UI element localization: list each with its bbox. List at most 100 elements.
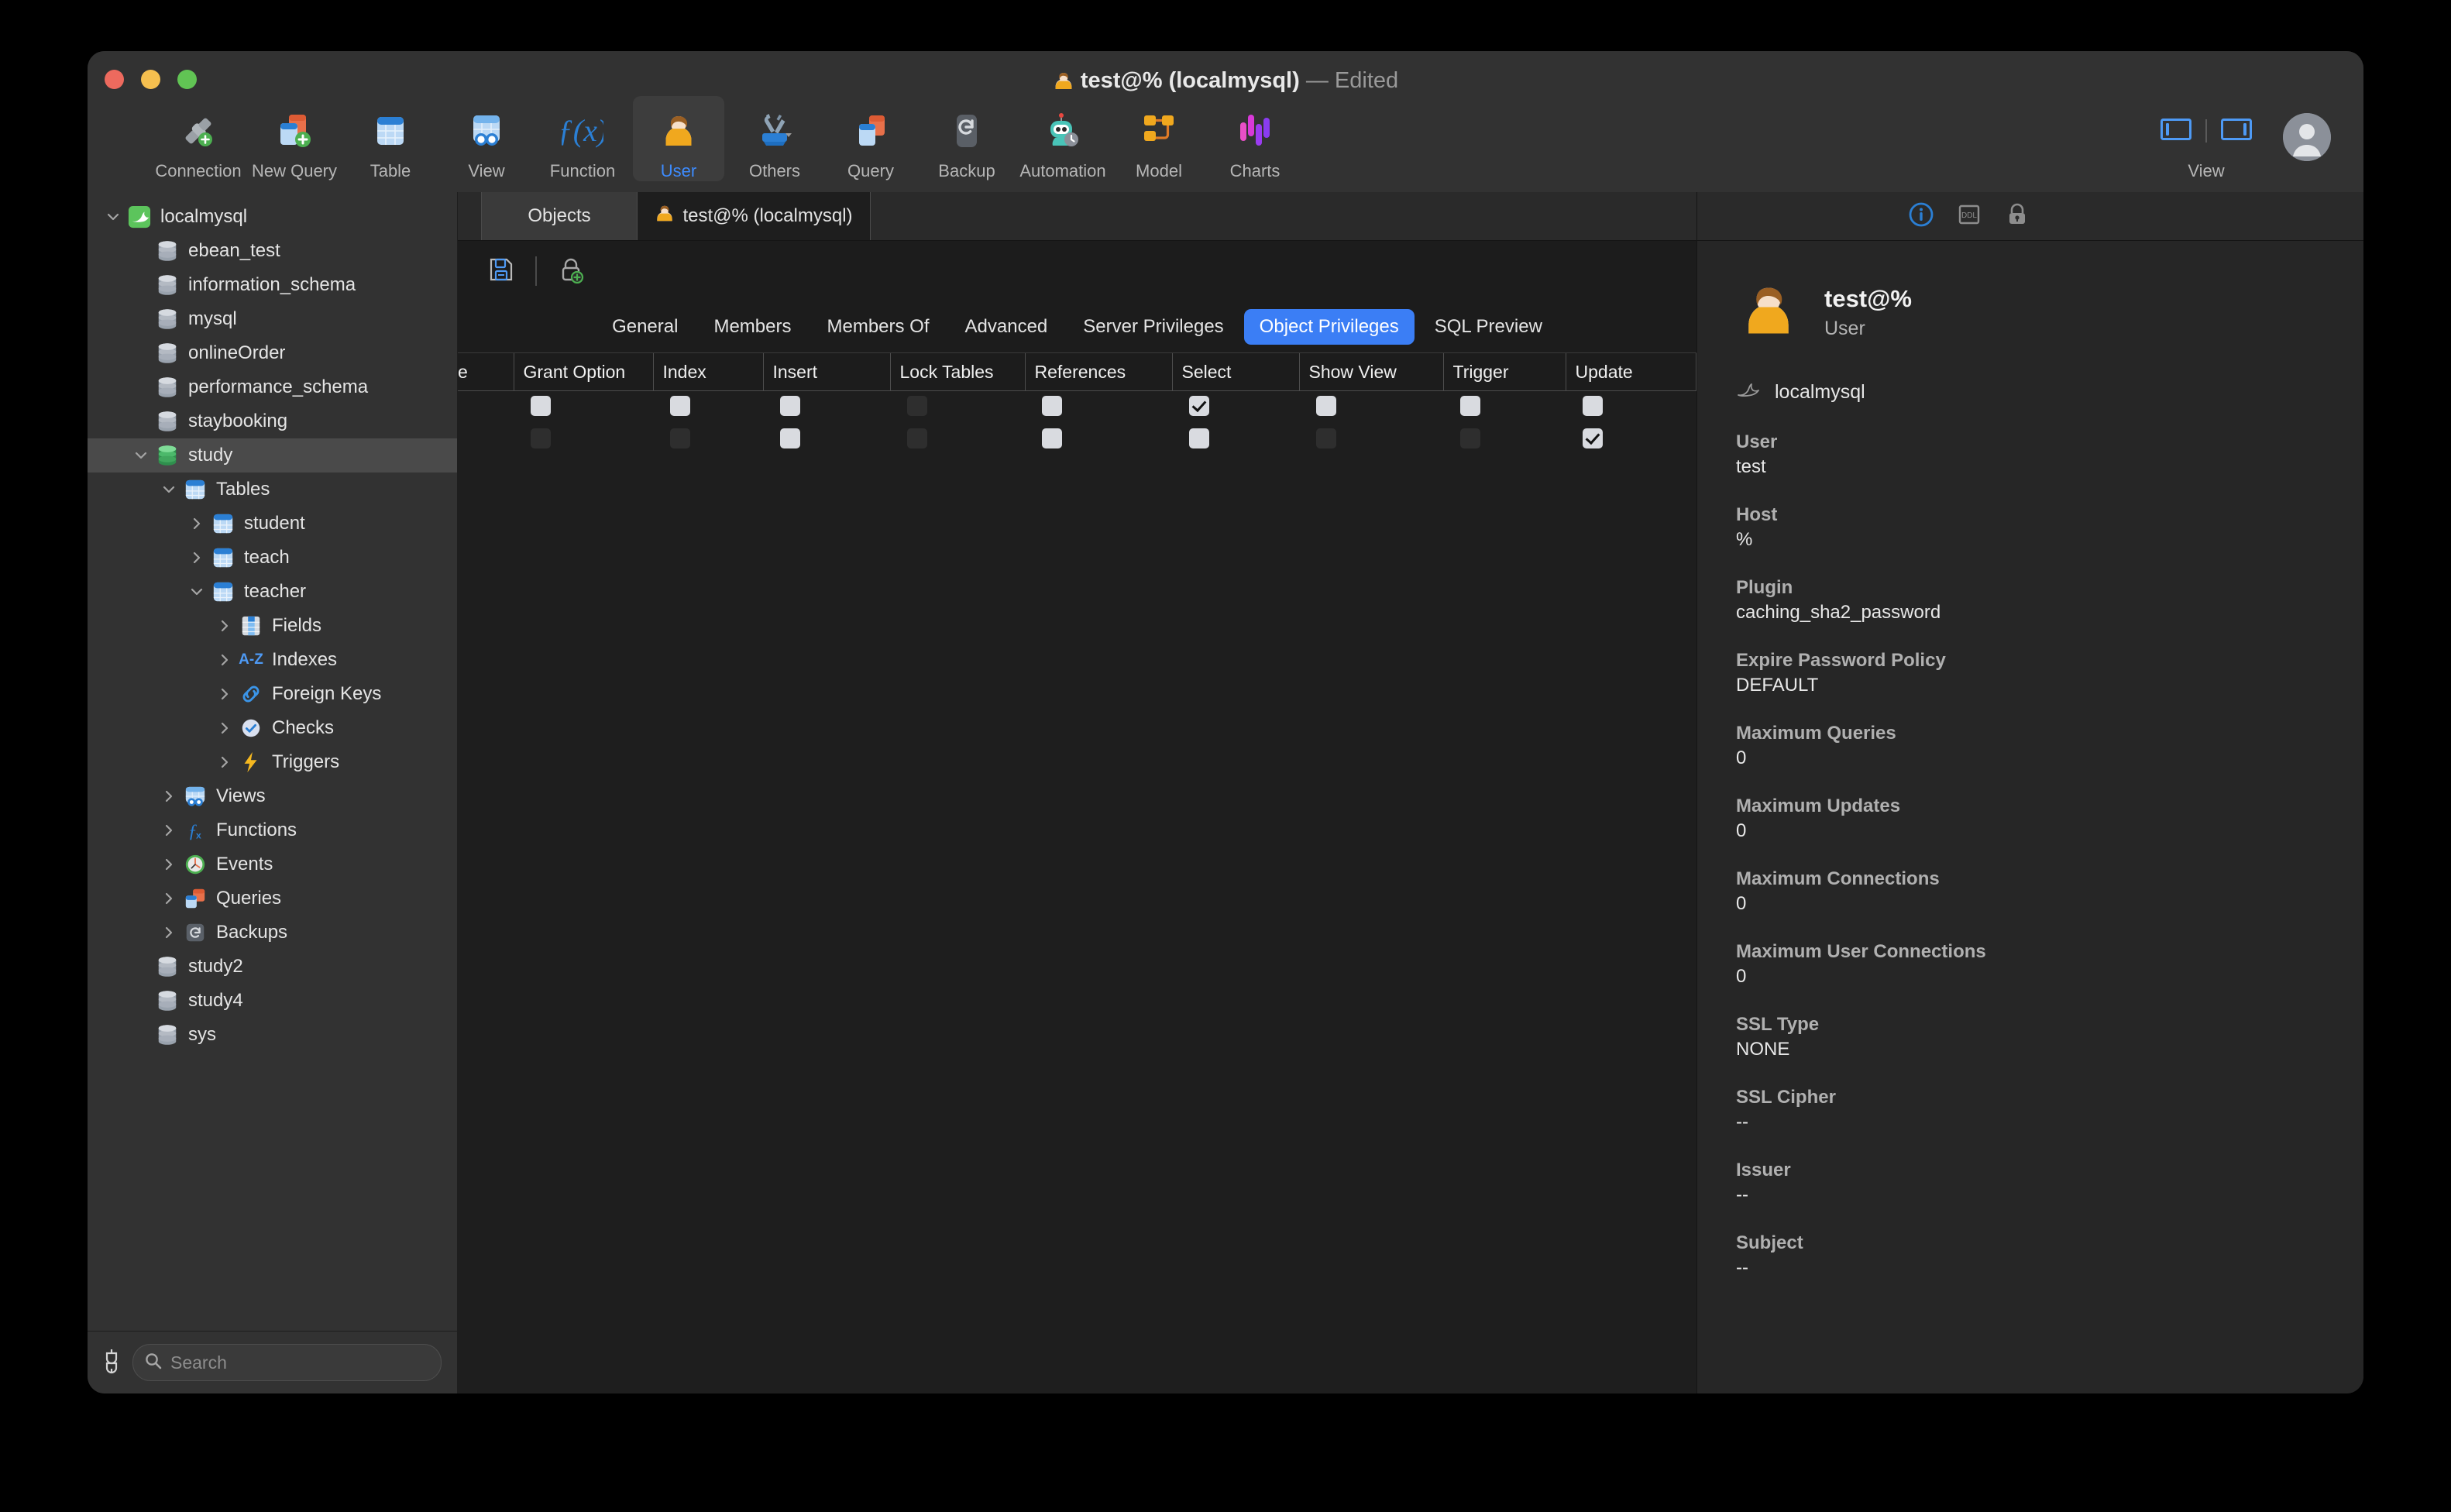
chevron-right-icon[interactable] [211, 652, 238, 668]
info-icon[interactable] [1908, 201, 1934, 232]
privilege-cell-lock-tables[interactable] [890, 391, 1025, 424]
privilege-cell-select[interactable] [1172, 391, 1299, 424]
chevron-right-icon[interactable] [211, 686, 238, 702]
privilege-cell-insert[interactable] [763, 424, 890, 456]
tree-item-backups[interactable]: Backups [88, 916, 457, 950]
toolbar-item-function[interactable]: ƒ(x) Function [537, 96, 628, 181]
column-header-e[interactable]: e [458, 353, 514, 391]
checkbox[interactable] [670, 395, 690, 416]
tree-item-indexes[interactable]: A-Z Indexes [88, 643, 457, 677]
tree-item-onlineorder[interactable]: onlineOrder [88, 336, 457, 370]
column-header-lock-tables[interactable]: Lock Tables [890, 353, 1026, 391]
tree-item-localmysql[interactable]: localmysql [88, 200, 457, 234]
toggle-right-sidebar-icon[interactable] [2221, 117, 2252, 146]
chevron-right-icon[interactable] [156, 891, 182, 906]
object-tree[interactable]: localmysql ebean_test information_schema my… [88, 192, 457, 1331]
ddl-icon[interactable]: DDL [1956, 201, 1982, 232]
checkbox[interactable] [1583, 428, 1603, 448]
toolbar-item-backup[interactable]: Backup [921, 96, 1012, 181]
chevron-right-icon[interactable] [156, 857, 182, 872]
column-header-grant-option[interactable]: Grant Option [514, 353, 654, 391]
chevron-down-icon[interactable] [100, 209, 126, 225]
tree-item-teach[interactable]: teach [88, 541, 457, 575]
privilege-cell-update[interactable] [1566, 424, 1696, 456]
checkbox[interactable] [1583, 395, 1603, 416]
column-header-insert[interactable]: Insert [763, 353, 891, 391]
toolbar-item-model[interactable]: Model [1113, 96, 1205, 181]
editor-tab-object-privileges[interactable]: Object Privileges [1243, 309, 1415, 345]
tree-item-fields[interactable]: Fields [88, 609, 457, 643]
tree-item-events[interactable]: Events [88, 847, 457, 881]
toolbar-item-automation[interactable]: Automation [1017, 96, 1109, 181]
tree-item-mysql[interactable]: mysql [88, 302, 457, 336]
toolbar-item-query[interactable]: Query [825, 96, 916, 181]
table-row[interactable] [458, 424, 1696, 456]
chevron-right-icon[interactable] [156, 789, 182, 804]
tree-item-study4[interactable]: study4 [88, 984, 457, 1018]
checkbox[interactable] [780, 428, 800, 448]
privilege-cell-trigger[interactable] [1443, 424, 1566, 456]
lock-icon[interactable] [2004, 201, 2030, 232]
checkbox[interactable] [1189, 395, 1209, 416]
tree-item-functions[interactable]: ƒ x Functions [88, 813, 457, 847]
tree-item-ebean-test[interactable]: ebean_test [88, 234, 457, 268]
privilege-cell-references[interactable] [1025, 391, 1172, 424]
tree-item-student[interactable]: student [88, 507, 457, 541]
tree-item-staybooking[interactable]: staybooking [88, 404, 457, 438]
table-row[interactable] [458, 391, 1696, 424]
toolbar-item-connection[interactable]: Connection [153, 96, 244, 181]
chevron-down-icon[interactable] [128, 448, 154, 463]
tree-item-study[interactable]: study [88, 438, 457, 472]
privilege-cell-index[interactable] [653, 391, 763, 424]
checkbox[interactable] [780, 395, 800, 416]
privilege-cell-grant-option[interactable] [514, 424, 653, 456]
tree-item-sys[interactable]: sys [88, 1018, 457, 1052]
tree-item-triggers[interactable]: Triggers [88, 745, 457, 779]
save-icon[interactable] [487, 256, 515, 287]
tree-item-views[interactable]: Views [88, 779, 457, 813]
tree-item-tables[interactable]: Tables [88, 472, 457, 507]
account-avatar[interactable] [2283, 113, 2331, 161]
editor-tab-advanced[interactable]: Advanced [950, 309, 1064, 345]
chevron-right-icon[interactable] [184, 516, 210, 531]
editor-tab-members[interactable]: Members [698, 309, 806, 345]
column-header-show-view[interactable]: Show View [1299, 353, 1444, 391]
tree-item-teacher[interactable]: teacher [88, 575, 457, 609]
toolbar-item-others[interactable]: Others [729, 96, 820, 181]
checkbox[interactable] [1042, 428, 1062, 448]
chevron-down-icon[interactable] [156, 482, 182, 497]
toolbar-item-charts[interactable]: Charts [1209, 96, 1301, 181]
toolbar-item-new-query[interactable]: New Query [249, 96, 340, 181]
editor-tab-sql-preview[interactable]: SQL Preview [1419, 309, 1558, 345]
chevron-right-icon[interactable] [211, 754, 238, 770]
privilege-cell-show-view[interactable] [1299, 424, 1443, 456]
tree-item-performance-schema[interactable]: performance_schema [88, 370, 457, 404]
checkbox[interactable] [1189, 428, 1209, 448]
column-header-references[interactable]: References [1025, 353, 1173, 391]
column-header-select[interactable]: Select [1172, 353, 1300, 391]
tab-user-editor[interactable]: test@% (localmysql) [638, 192, 871, 240]
tab-objects[interactable]: Objects [482, 192, 638, 240]
checkbox[interactable] [1316, 395, 1336, 416]
toolbar-item-table[interactable]: Table [345, 96, 436, 181]
privilege-cell-insert[interactable] [763, 391, 890, 424]
editor-tab-members-of[interactable]: Members Of [811, 309, 944, 345]
connection-status-icon[interactable] [101, 1348, 122, 1378]
object-privileges-table[interactable]: e Grant Option Index Insert Lock Tables Refer… [458, 353, 1696, 456]
privilege-cell-trigger[interactable] [1443, 391, 1566, 424]
chevron-right-icon[interactable] [211, 618, 238, 634]
checkbox[interactable] [1042, 395, 1062, 416]
chevron-down-icon[interactable] [184, 584, 210, 600]
editor-tab-server-privileges[interactable]: Server Privileges [1067, 309, 1239, 345]
column-header-index[interactable]: Index [653, 353, 764, 391]
editor-tab-general[interactable]: General [596, 309, 693, 345]
tree-item-foreign-keys[interactable]: Foreign Keys [88, 677, 457, 711]
privilege-cell-references[interactable] [1025, 424, 1172, 456]
checkbox[interactable] [531, 395, 551, 416]
privilege-cell-index[interactable] [653, 424, 763, 456]
search-input[interactable]: Search [132, 1344, 442, 1381]
chevron-right-icon[interactable] [211, 720, 238, 736]
checkbox[interactable] [1460, 395, 1480, 416]
privilege-cell-lock-tables[interactable] [890, 424, 1025, 456]
tree-item-checks[interactable]: Checks [88, 711, 457, 745]
